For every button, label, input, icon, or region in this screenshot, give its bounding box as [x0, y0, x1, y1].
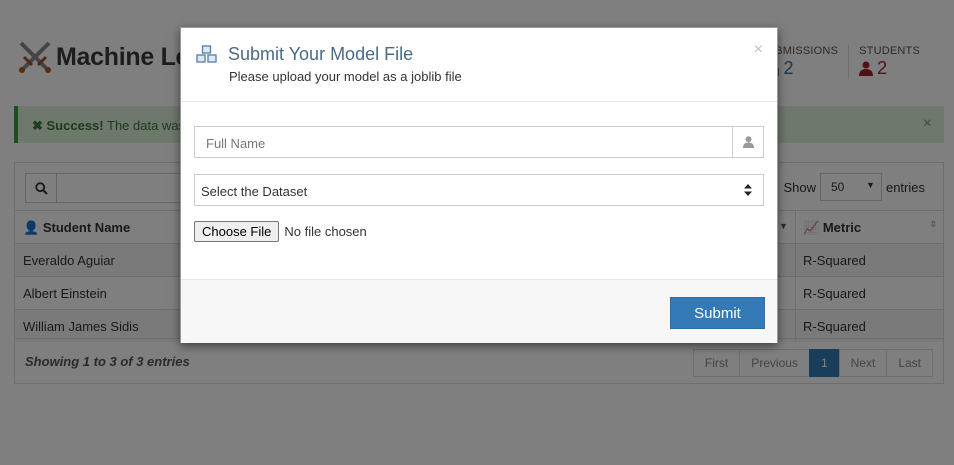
dataset-select-value: Select the Dataset	[201, 184, 308, 199]
choose-file-button[interactable]: Choose File	[194, 221, 280, 242]
submit-button[interactable]: Submit	[670, 297, 765, 329]
file-input: Choose File No file chosen	[194, 221, 367, 242]
full-name-input[interactable]: Full Name	[194, 126, 764, 158]
modal-header: Submit Your Model File Please upload you…	[181, 28, 777, 102]
modal-footer: Submit	[181, 279, 777, 343]
file-status: No file chosen	[284, 224, 367, 239]
dataset-select[interactable]: Select the Dataset	[194, 174, 764, 206]
cubes-icon	[196, 45, 217, 63]
modal-title: Submit Your Model File	[228, 44, 414, 64]
select-arrows-icon	[744, 184, 752, 196]
input-addon	[732, 127, 763, 157]
modal-close-button[interactable]: ×	[754, 41, 763, 59]
user-icon	[742, 136, 754, 148]
submit-model-dialog: Submit Your Model File Please upload you…	[180, 27, 778, 343]
full-name-placeholder: Full Name	[206, 136, 266, 151]
modal-subtitle: Please upload your model as a joblib fil…	[229, 69, 462, 84]
